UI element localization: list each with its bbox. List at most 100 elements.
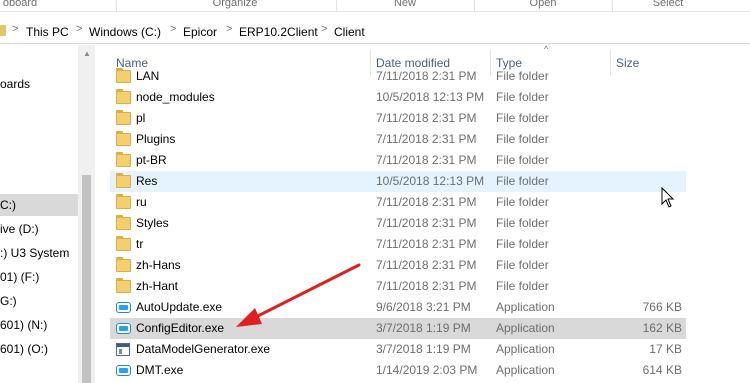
ribbon-group-labels: oboard Organize New Open Select bbox=[0, 0, 750, 12]
file-size bbox=[622, 255, 682, 276]
ribbon-group-select: Select bbox=[652, 0, 684, 9]
file-row[interactable]: Plugins 7/11/2018 2:31 PM File folder bbox=[110, 129, 686, 150]
file-type: File folder bbox=[496, 153, 549, 167]
file-row[interactable]: DataModelGenerator.exe 3/7/2018 1:19 PM Ap… bbox=[110, 339, 686, 360]
file-row[interactable]: DMT.exe 1/14/2019 2:03 PM Application 614 K… bbox=[110, 360, 686, 381]
folder-icon bbox=[116, 152, 131, 167]
file-name: Styles bbox=[136, 216, 169, 230]
nav-item-drive-n[interactable]: 601) (N:) bbox=[0, 314, 78, 336]
file-name: AutoUpdate.exe bbox=[136, 300, 223, 314]
breadcrumb-this-pc[interactable]: This PC bbox=[26, 25, 69, 39]
file-date-modified: 7/11/2018 2:31 PM bbox=[376, 195, 477, 209]
file-date-modified: 10/5/2018 12:13 PM bbox=[376, 174, 485, 188]
file-row[interactable]: ConfigEditor.exe 3/7/2018 1:19 PM Applicat… bbox=[110, 318, 686, 339]
ribbon-divider bbox=[474, 0, 475, 12]
chevron-right-icon[interactable]: > bbox=[321, 23, 327, 35]
nav-item-drive-o[interactable]: 601) (O:) bbox=[0, 338, 78, 360]
window-app-icon bbox=[116, 343, 130, 356]
file-row[interactable]: AutoUpdate.exe 9/6/2018 3:21 PM Applicatio… bbox=[110, 297, 686, 318]
file-size: 17 KB bbox=[649, 342, 682, 356]
file-date-modified: 7/11/2018 2:31 PM bbox=[376, 279, 477, 293]
file-type: File folder bbox=[496, 69, 549, 83]
file-date-modified: 7/11/2018 2:31 PM bbox=[376, 237, 477, 251]
file-type: File folder bbox=[496, 111, 549, 125]
ribbon-group-clipboard: oboard bbox=[2, 0, 38, 9]
breadcrumb-client[interactable]: Client bbox=[334, 25, 365, 39]
file-row[interactable]: tr 7/11/2018 2:31 PM File folder bbox=[110, 234, 686, 255]
file-row[interactable]: Res 10/5/2018 12:13 PM File folder bbox=[110, 171, 686, 192]
chevron-right-icon[interactable]: > bbox=[226, 23, 232, 35]
file-name: zh-Hant bbox=[136, 279, 179, 293]
file-date-modified: 7/11/2018 2:31 PM bbox=[376, 132, 477, 146]
file-name: Plugins bbox=[136, 132, 176, 146]
scroll-up-arrow-icon[interactable]: ▲ bbox=[80, 49, 94, 59]
file-date-modified: 3/7/2018 1:19 PM bbox=[376, 321, 471, 335]
ribbon-divider bbox=[336, 0, 337, 12]
file-size bbox=[622, 66, 682, 87]
nav-item-drive-f[interactable]: 01) (F:) bbox=[0, 266, 78, 288]
file-row[interactable]: zh-Hant 7/11/2018 2:31 PM File folder bbox=[110, 276, 686, 297]
chevron-right-icon[interactable]: > bbox=[76, 23, 82, 35]
folder-icon bbox=[116, 215, 131, 230]
breadcrumb-windows-c[interactable]: Windows (C:) bbox=[89, 25, 161, 39]
file-date-modified: 7/11/2018 2:31 PM bbox=[376, 69, 477, 83]
file-type: Application bbox=[496, 321, 555, 335]
file-size bbox=[622, 129, 682, 150]
file-type: File folder bbox=[496, 237, 549, 251]
breadcrumb-erp10-2client[interactable]: ERP10.2Client bbox=[239, 25, 318, 39]
file-name: DataModelGenerator.exe bbox=[136, 342, 271, 356]
file-row[interactable]: pl 7/11/2018 2:31 PM File folder bbox=[110, 108, 686, 129]
ribbon-divider bbox=[612, 0, 613, 12]
file-size bbox=[622, 192, 682, 213]
nav-item-drive-d[interactable]: ive (D:) bbox=[0, 218, 78, 240]
file-date-modified: 3/7/2018 1:19 PM bbox=[376, 342, 471, 356]
file-type: File folder bbox=[496, 258, 549, 272]
folder-icon bbox=[116, 173, 131, 188]
file-size bbox=[622, 234, 682, 255]
folder-icon bbox=[116, 131, 131, 146]
file-type: File folder bbox=[496, 195, 549, 209]
file-name: tr bbox=[136, 237, 144, 251]
file-row[interactable]: Styles 7/11/2018 2:31 PM File folder bbox=[110, 213, 686, 234]
chevron-right-icon[interactable]: > bbox=[12, 23, 18, 35]
file-row[interactable]: zh-Hans 7/11/2018 2:31 PM File folder bbox=[110, 255, 686, 276]
file-row[interactable]: ru 7/11/2018 2:31 PM File folder bbox=[110, 192, 686, 213]
app-icon bbox=[116, 323, 131, 334]
nav-item-drive-g[interactable]: G:) bbox=[0, 290, 78, 312]
file-name: pl bbox=[136, 111, 146, 125]
file-size bbox=[622, 276, 682, 297]
file-type: File folder bbox=[496, 90, 549, 104]
nav-item-u3-system[interactable]: :) U3 System bbox=[0, 242, 78, 264]
file-row[interactable]: LAN 7/11/2018 2:31 PM File folder bbox=[110, 66, 686, 87]
nav-item-clipboards[interactable]: oards bbox=[0, 73, 78, 95]
file-size bbox=[622, 87, 682, 108]
ribbon-group-open: Open bbox=[529, 0, 557, 9]
file-name: node_modules bbox=[136, 90, 215, 104]
file-date-modified: 7/11/2018 2:31 PM bbox=[376, 258, 477, 272]
app-icon bbox=[116, 302, 131, 313]
file-type: File folder bbox=[496, 216, 549, 230]
ribbon-divider bbox=[116, 0, 117, 12]
file-date-modified: 7/11/2018 2:31 PM bbox=[376, 153, 477, 167]
breadcrumb-epicor[interactable]: Epicor bbox=[183, 25, 217, 39]
nav-scrollbar-thumb[interactable] bbox=[82, 175, 91, 383]
folder-icon bbox=[116, 257, 131, 272]
file-size bbox=[622, 171, 682, 192]
navigation-pane[interactable]: oards C:) ive (D:) :) U3 System 01) (F:)… bbox=[0, 45, 96, 383]
file-date-modified: 10/5/2018 12:13 PM bbox=[376, 90, 485, 104]
folder-icon bbox=[116, 68, 131, 83]
file-name: zh-Hans bbox=[136, 258, 181, 272]
file-size: 162 KB bbox=[642, 321, 682, 335]
folder-icon bbox=[116, 278, 131, 293]
file-list-scrollbar[interactable] bbox=[733, 45, 750, 383]
nav-item-windows-c[interactable]: C:) bbox=[0, 194, 78, 216]
file-date-modified: 7/11/2018 2:31 PM bbox=[376, 111, 477, 125]
file-row[interactable]: pt-BR 7/11/2018 2:31 PM File folder bbox=[110, 150, 686, 171]
folder-icon bbox=[116, 89, 131, 104]
folder-icon bbox=[116, 236, 131, 251]
file-row[interactable]: node_modules 10/5/2018 12:13 PM File folde… bbox=[110, 87, 686, 108]
file-name: pt-BR bbox=[136, 153, 167, 167]
app-icon bbox=[116, 365, 131, 376]
address-bar[interactable]: > This PC > Windows (C:) > Epicor > ERP1… bbox=[0, 20, 750, 44]
chevron-right-icon[interactable]: > bbox=[170, 23, 176, 35]
